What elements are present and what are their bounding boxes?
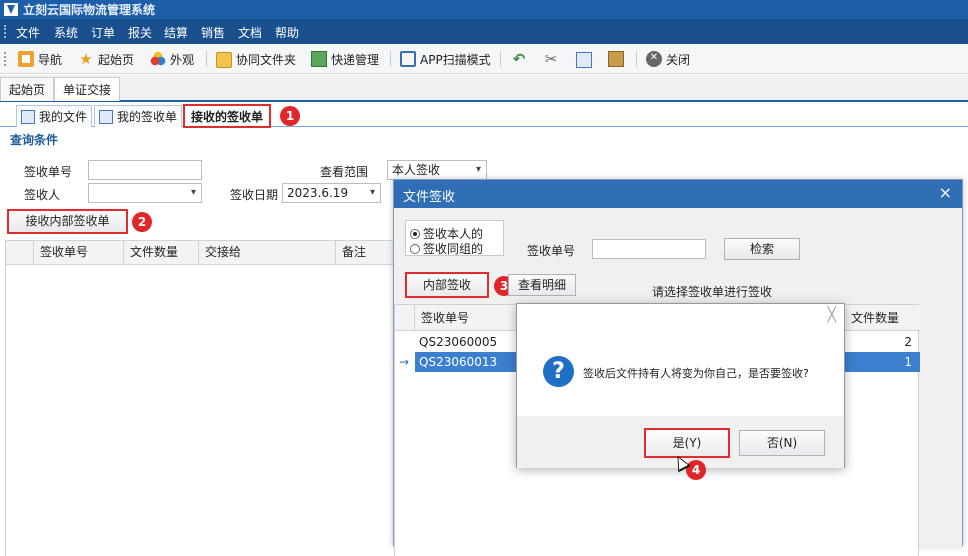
sign-date-label: 签收日期 xyxy=(230,188,279,202)
nav-icon xyxy=(18,51,34,67)
column-header[interactable]: 文件数量 xyxy=(124,241,199,264)
copy-icon xyxy=(576,52,592,68)
undo-button[interactable]: ↶ xyxy=(511,50,531,68)
file-count-cell: 2 xyxy=(904,335,912,349)
step-badge-2: 2 xyxy=(132,212,152,232)
copy-button[interactable] xyxy=(576,50,596,68)
title-bar: 立刻云国际物流管理系统 xyxy=(0,0,968,19)
menu-system[interactable]: 系统 xyxy=(54,24,78,41)
shared-folder-button[interactable]: 协同文件夹 xyxy=(216,50,296,68)
signer-select[interactable] xyxy=(88,183,202,203)
sign-scope-radio-group: 签收本人的 签收同组的 xyxy=(405,220,504,256)
express-icon xyxy=(311,51,327,67)
row-indicator-header xyxy=(6,241,34,264)
toolbar: 导航 ★ 起始页 外观 协同文件夹 快递管理 APP扫描模式 ↶ ✂ ✕ 关闭 xyxy=(0,44,968,74)
receipt-no-label: 签收单号 xyxy=(24,165,73,179)
view-detail-button[interactable]: 查看明细 xyxy=(508,274,576,296)
scan-icon xyxy=(400,51,416,67)
palette-icon xyxy=(150,51,166,67)
toolbar-separator xyxy=(390,51,391,67)
close-tab-button[interactable]: ✕ 关闭 xyxy=(646,50,690,68)
radio-sign-group[interactable]: 签收同组的 xyxy=(410,240,483,257)
file-icon xyxy=(21,109,35,124)
undo-icon: ↶ xyxy=(512,50,526,68)
menu-bar: 文件 系统 订单 报关 结算 销售 文档 帮助 xyxy=(0,19,968,44)
menu-grip xyxy=(4,25,6,38)
dialog-title-bar: 文件签收 × xyxy=(394,180,962,208)
paste-button[interactable] xyxy=(608,50,628,68)
close-circle-icon: ✕ xyxy=(646,51,662,67)
column-header[interactable]: 签收单号 xyxy=(34,241,124,264)
dialog-title: 文件签收 xyxy=(403,190,456,205)
appearance-button[interactable]: 外观 xyxy=(150,50,194,68)
receipt-icon xyxy=(99,109,113,124)
step-badge-1: 1 xyxy=(280,106,300,126)
tab-document-handover[interactable]: 单证交接 xyxy=(54,77,121,101)
cut-button[interactable]: ✂ xyxy=(543,50,563,68)
signer-label: 签收人 xyxy=(24,188,61,202)
menu-sales[interactable]: 销售 xyxy=(201,24,225,41)
express-button[interactable]: 快递管理 xyxy=(311,50,379,68)
receipt-grid-header: 签收单号 文件数量 交接给 备注 xyxy=(5,240,395,265)
toolbar-grip xyxy=(4,52,6,66)
tab-my-receipts[interactable]: 我的签收单 xyxy=(94,105,183,127)
confirm-dialog: ╳ ? 签收后文件持有人将变为你自己，是否要签收? 是(Y) 否(N) xyxy=(516,303,845,468)
file-count-cell: 1 xyxy=(904,355,912,369)
menu-settlement[interactable]: 结算 xyxy=(164,24,188,41)
receipt-no-input[interactable] xyxy=(88,160,202,180)
menu-documents[interactable]: 文档 xyxy=(238,24,262,41)
scope-select[interactable]: 本人签收 xyxy=(387,160,487,180)
tab-received-receipts[interactable]: 接收的签收单 xyxy=(183,104,272,128)
confirm-message: 签收后文件持有人将变为你自己，是否要签收? xyxy=(583,367,809,380)
query-section-title: 查询条件 xyxy=(10,133,59,147)
start-page-button[interactable]: ★ 起始页 xyxy=(78,50,134,68)
confirm-no-button[interactable]: 否(N) xyxy=(739,430,825,456)
internal-sign-button[interactable]: 内部签收 xyxy=(405,272,489,298)
confirm-close-icon[interactable]: ╳ xyxy=(828,307,836,323)
dialog-close-icon[interactable]: × xyxy=(939,183,952,202)
menu-customs[interactable]: 报关 xyxy=(128,24,152,41)
row-pointer-icon: → xyxy=(399,355,410,369)
tab-my-files[interactable]: 我的文件 xyxy=(16,105,93,127)
paste-icon xyxy=(608,51,624,67)
menu-file[interactable]: 文件 xyxy=(16,24,40,41)
dialog-hint: 请选择签收单进行签收 xyxy=(652,285,773,299)
dialog-receipt-no-label: 签收单号 xyxy=(527,244,576,258)
star-icon: ★ xyxy=(79,50,93,68)
question-icon: ? xyxy=(543,356,574,387)
radio-unchecked-icon xyxy=(410,243,420,254)
sub-tab-strip: 我的文件 我的签收单 接收的签收单 xyxy=(0,103,968,128)
column-header[interactable]: 交接给 xyxy=(199,241,336,264)
search-button[interactable]: 检索 xyxy=(724,238,800,260)
main-tab-strip: 起始页 单证交接 xyxy=(0,75,968,102)
nav-button[interactable]: 导航 xyxy=(18,50,62,68)
column-header[interactable]: 文件数量 xyxy=(845,305,919,331)
app-scan-button[interactable]: APP扫描模式 xyxy=(400,50,491,68)
row-indicator-header xyxy=(395,305,415,331)
receive-internal-receipt-button[interactable]: 接收内部签收单 xyxy=(7,209,128,234)
scope-label: 查看范围 xyxy=(320,165,369,179)
dialog-receipt-no-input[interactable] xyxy=(592,239,706,259)
menu-order[interactable]: 订单 xyxy=(91,24,115,41)
toolbar-separator xyxy=(206,51,207,67)
folder-icon xyxy=(216,52,232,68)
tab-start-page[interactable]: 起始页 xyxy=(0,77,55,101)
receipt-no-cell: QS23060005 xyxy=(419,335,498,349)
app-logo-icon xyxy=(4,3,18,16)
receipt-no-cell: QS23060013 xyxy=(419,355,498,369)
confirm-yes-button[interactable]: 是(Y) xyxy=(644,428,730,458)
sign-date-picker[interactable]: 2023.6.19 xyxy=(282,183,381,203)
scissors-icon: ✂ xyxy=(544,50,558,68)
menu-help[interactable]: 帮助 xyxy=(275,24,299,41)
radio-checked-icon xyxy=(410,228,420,239)
column-header[interactable]: 备注 xyxy=(336,241,396,264)
toolbar-separator xyxy=(636,51,637,67)
window-title: 立刻云国际物流管理系统 xyxy=(23,3,156,17)
receipt-grid-body[interactable] xyxy=(5,265,395,556)
toolbar-separator xyxy=(500,51,501,67)
